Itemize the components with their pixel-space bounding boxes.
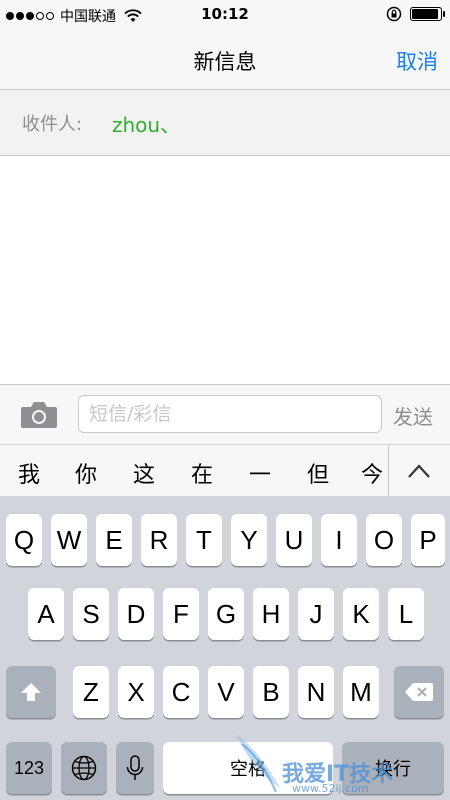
key-i[interactable]: I <box>321 514 357 566</box>
key-b[interactable]: B <box>253 666 289 718</box>
key-u[interactable]: U <box>276 514 312 566</box>
suggestion-bar: 我 你 这 在 一 但 今 <box>0 444 450 497</box>
key-n[interactable]: N <box>298 666 334 718</box>
key-l[interactable]: L <box>388 588 424 640</box>
key-c[interactable]: C <box>163 666 199 718</box>
globe-key[interactable] <box>61 742 107 794</box>
key-f[interactable]: F <box>163 588 199 640</box>
suggestion-item[interactable]: 你 <box>66 457 106 489</box>
shift-icon <box>21 683 41 701</box>
keyboard: Q W E R T Y U I O P A S D F G H J K L Z … <box>0 496 450 800</box>
nav-bar: 新信息 取消 <box>0 30 450 90</box>
key-e[interactable]: E <box>96 514 132 566</box>
compose-bar: 发送 <box>0 384 450 444</box>
suggestion-item[interactable]: 这 <box>124 457 164 489</box>
message-input[interactable] <box>78 395 382 433</box>
battery-icon <box>410 7 445 21</box>
key-o[interactable]: O <box>366 514 402 566</box>
microphone-icon <box>126 755 144 780</box>
key-q[interactable]: Q <box>6 514 42 566</box>
camera-icon[interactable] <box>20 399 58 429</box>
return-key[interactable]: 换行 <box>342 742 444 794</box>
message-thread-area <box>0 156 450 384</box>
key-r[interactable]: R <box>141 514 177 566</box>
key-w[interactable]: W <box>51 514 87 566</box>
suggestion-item[interactable]: 在 <box>182 457 222 489</box>
suggestion-item[interactable]: 我 <box>9 457 49 489</box>
recipient-label: 收件人: <box>22 114 83 135</box>
key-t[interactable]: T <box>186 514 222 566</box>
key-k[interactable]: K <box>343 588 379 640</box>
chevron-up-icon[interactable] <box>398 459 440 483</box>
recipient-token[interactable]: zhou、 <box>112 109 180 138</box>
recipient-field[interactable]: 收件人: zhou、 <box>0 90 450 156</box>
key-v[interactable]: V <box>208 666 244 718</box>
send-button[interactable]: 发送 <box>393 401 433 430</box>
cancel-button[interactable]: 取消 <box>396 46 438 76</box>
key-y[interactable]: Y <box>231 514 267 566</box>
numbers-key[interactable]: 123 <box>6 742 52 794</box>
backspace-icon <box>405 683 433 701</box>
space-key[interactable]: 空格 <box>163 742 333 794</box>
key-a[interactable]: A <box>28 588 64 640</box>
key-x[interactable]: X <box>118 666 154 718</box>
shift-key[interactable] <box>6 666 56 718</box>
key-d[interactable]: D <box>118 588 154 640</box>
suggestion-item[interactable]: 今 <box>352 457 392 489</box>
suggestion-divider <box>388 445 389 497</box>
page-title: 新信息 <box>193 50 257 74</box>
key-s[interactable]: S <box>73 588 109 640</box>
key-m[interactable]: M <box>343 666 379 718</box>
dictation-key[interactable] <box>116 742 154 794</box>
suggestion-item[interactable]: 但 <box>298 457 338 489</box>
key-h[interactable]: H <box>253 588 289 640</box>
key-p[interactable]: P <box>411 514 445 566</box>
globe-icon <box>71 755 97 781</box>
key-g[interactable]: G <box>208 588 244 640</box>
suggestion-item[interactable]: 一 <box>240 457 280 489</box>
key-z[interactable]: Z <box>73 666 109 718</box>
status-bar: 中国联通 10:12 <box>0 0 450 30</box>
status-right <box>386 6 445 22</box>
rotation-lock-icon <box>386 6 402 22</box>
backspace-key[interactable] <box>394 666 444 718</box>
status-time: 10:12 <box>201 5 249 23</box>
key-j[interactable]: J <box>298 588 334 640</box>
